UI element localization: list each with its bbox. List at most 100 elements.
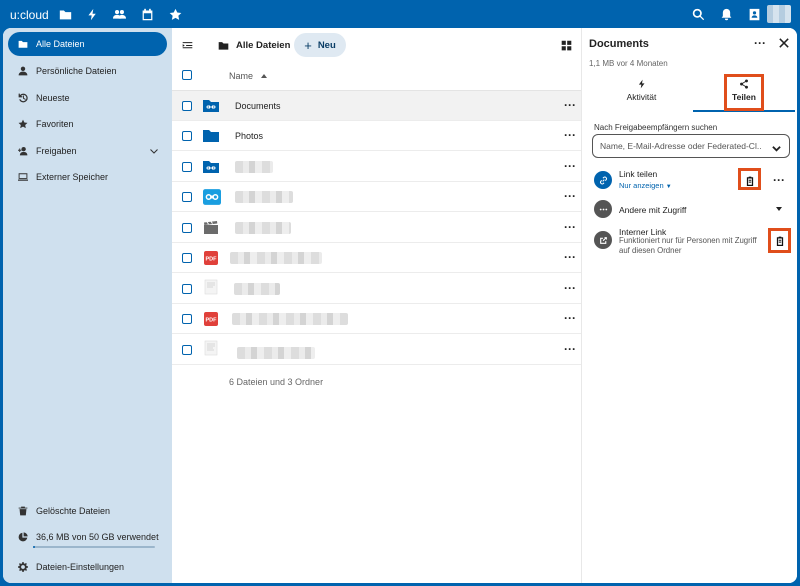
user-avatar[interactable] bbox=[767, 5, 791, 23]
panel-more-button[interactable]: ··· bbox=[754, 36, 766, 50]
row-actions-button[interactable]: ··· bbox=[564, 129, 576, 141]
plus-icon: + bbox=[304, 37, 312, 53]
sidebar-item-all-files[interactable]: Alle Dateien bbox=[8, 32, 167, 56]
calendar-icon[interactable] bbox=[139, 6, 155, 22]
share-search-field[interactable] bbox=[592, 134, 790, 158]
link-share-permission[interactable]: Nur anzeigen ▼ bbox=[619, 181, 672, 190]
app-brand[interactable]: u:cloud bbox=[10, 8, 49, 22]
row-checkbox[interactable] bbox=[182, 192, 192, 202]
file-count-summary: 6 Dateien und 3 Ordner bbox=[229, 377, 324, 387]
pdf-file-icon: PDF bbox=[204, 312, 218, 326]
table-row[interactable]: ··· bbox=[172, 152, 581, 182]
table-row[interactable]: PDF ··· bbox=[172, 304, 581, 334]
toggle-sidebar-icon[interactable] bbox=[180, 38, 194, 52]
sort-ascending-icon[interactable] bbox=[261, 74, 267, 78]
sidebar-item-external-storage[interactable]: Externer Speicher bbox=[8, 165, 167, 189]
sidebar-item-favorites[interactable]: Favoriten bbox=[8, 112, 167, 136]
row-checkbox[interactable] bbox=[182, 162, 192, 172]
history-icon bbox=[17, 92, 29, 104]
table-row[interactable]: ··· bbox=[172, 335, 581, 365]
panel-title: Documents bbox=[589, 38, 649, 50]
row-checkbox[interactable] bbox=[182, 253, 192, 263]
new-button[interactable]: + Neu bbox=[294, 33, 346, 57]
redacted-file-name bbox=[230, 252, 322, 264]
table-row[interactable]: Documents ··· bbox=[172, 91, 581, 121]
select-all-checkbox[interactable] bbox=[182, 70, 192, 80]
row-actions-button[interactable]: ··· bbox=[564, 160, 576, 172]
sidebar-item-label: Alle Dateien bbox=[36, 39, 85, 49]
contacts-menu-icon[interactable] bbox=[746, 6, 762, 22]
expand-caret-icon[interactable] bbox=[776, 207, 782, 211]
row-actions-button[interactable]: ··· bbox=[564, 282, 576, 294]
share-search-input[interactable] bbox=[600, 139, 762, 153]
table-row[interactable]: PDF ··· bbox=[172, 243, 581, 273]
folder-icon bbox=[17, 38, 29, 50]
search-icon[interactable] bbox=[690, 6, 706, 22]
shared-folder-icon bbox=[203, 161, 219, 173]
table-row[interactable]: ··· bbox=[172, 274, 581, 304]
top-bar: u:cloud bbox=[0, 0, 800, 28]
link-share-more-button[interactable]: ··· bbox=[773, 173, 785, 187]
close-icon[interactable] bbox=[779, 37, 791, 49]
chevron-down-icon[interactable] bbox=[772, 142, 781, 152]
row-actions-button[interactable]: ··· bbox=[564, 343, 576, 355]
document-thumbnail-icon bbox=[204, 279, 218, 295]
sidebar: Alle Dateien Persönliche Dateien Neueste… bbox=[3, 28, 172, 583]
link-icon bbox=[594, 171, 612, 189]
sidebar-item-trash[interactable]: Gelöschte Dateien bbox=[8, 499, 167, 523]
breadcrumb[interactable]: Alle Dateien bbox=[218, 35, 290, 55]
sidebar-item-personal-files[interactable]: Persönliche Dateien bbox=[8, 59, 167, 83]
redacted-file-name bbox=[234, 283, 280, 295]
redacted-file-name bbox=[237, 347, 315, 359]
link-share-permission-label: Nur anzeigen bbox=[619, 181, 664, 190]
row-checkbox[interactable] bbox=[182, 314, 192, 324]
row-actions-button[interactable]: ··· bbox=[564, 251, 576, 263]
external-folder-icon bbox=[203, 189, 221, 205]
share-search-label: Nach Freigabeempfängern suchen bbox=[594, 123, 718, 132]
new-button-label: Neu bbox=[317, 39, 336, 51]
chevron-down-icon[interactable] bbox=[149, 146, 159, 156]
notifications-icon[interactable] bbox=[718, 6, 734, 22]
row-actions-button[interactable]: ··· bbox=[564, 221, 576, 233]
row-actions-button[interactable]: ··· bbox=[564, 312, 576, 324]
table-row[interactable]: ··· bbox=[172, 213, 581, 243]
tab-label: Aktivität bbox=[626, 92, 657, 102]
file-name[interactable]: Photos bbox=[235, 131, 263, 141]
row-checkbox[interactable] bbox=[182, 131, 192, 141]
external-storage-icon bbox=[17, 171, 29, 183]
gear-icon bbox=[17, 561, 29, 573]
sidebar-item-label: Dateien-Einstellungen bbox=[36, 562, 125, 572]
file-name[interactable]: Documents bbox=[235, 101, 281, 111]
svg-text:PDF: PDF bbox=[206, 318, 218, 324]
details-panel: Documents 1,1 MB vor 4 Monaten ··· Aktiv… bbox=[581, 28, 797, 583]
table-row[interactable]: ··· bbox=[172, 182, 581, 212]
contacts-icon[interactable] bbox=[111, 6, 127, 22]
video-file-icon bbox=[204, 221, 218, 234]
sidebar-item-shares[interactable]: Freigaben bbox=[8, 139, 167, 163]
row-checkbox[interactable] bbox=[182, 101, 192, 111]
row-checkbox[interactable] bbox=[182, 345, 192, 355]
row-actions-button[interactable]: ··· bbox=[564, 99, 576, 111]
favorites-icon[interactable] bbox=[167, 6, 183, 22]
files-icon[interactable] bbox=[57, 6, 73, 22]
row-checkbox[interactable] bbox=[182, 284, 192, 294]
column-header-name[interactable]: Name bbox=[229, 71, 253, 81]
copy-internal-link-icon[interactable] bbox=[775, 235, 785, 246]
row-actions-button[interactable]: ··· bbox=[564, 190, 576, 202]
file-list-header: Name bbox=[172, 61, 581, 91]
pie-chart-icon bbox=[17, 531, 29, 543]
redacted-file-name bbox=[235, 191, 293, 203]
table-row[interactable]: Photos ··· bbox=[172, 121, 581, 151]
copy-link-icon[interactable] bbox=[745, 175, 755, 186]
shared-folder-icon bbox=[203, 100, 219, 112]
caret-down-icon: ▼ bbox=[665, 184, 672, 190]
sidebar-item-settings[interactable]: Dateien-Einstellungen bbox=[8, 555, 167, 579]
grid-view-icon[interactable] bbox=[559, 38, 573, 52]
sidebar-item-recent[interactable]: Neueste bbox=[8, 86, 167, 110]
sidebar-item-label: Gelöschte Dateien bbox=[36, 506, 111, 516]
row-checkbox[interactable] bbox=[182, 223, 192, 233]
activity-icon[interactable] bbox=[84, 6, 100, 22]
tab-activity[interactable]: Aktivität bbox=[588, 79, 695, 112]
others-with-access[interactable]: Andere mit Zugriff bbox=[619, 205, 686, 215]
panel-meta: 1,1 MB vor 4 Monaten bbox=[589, 59, 668, 68]
